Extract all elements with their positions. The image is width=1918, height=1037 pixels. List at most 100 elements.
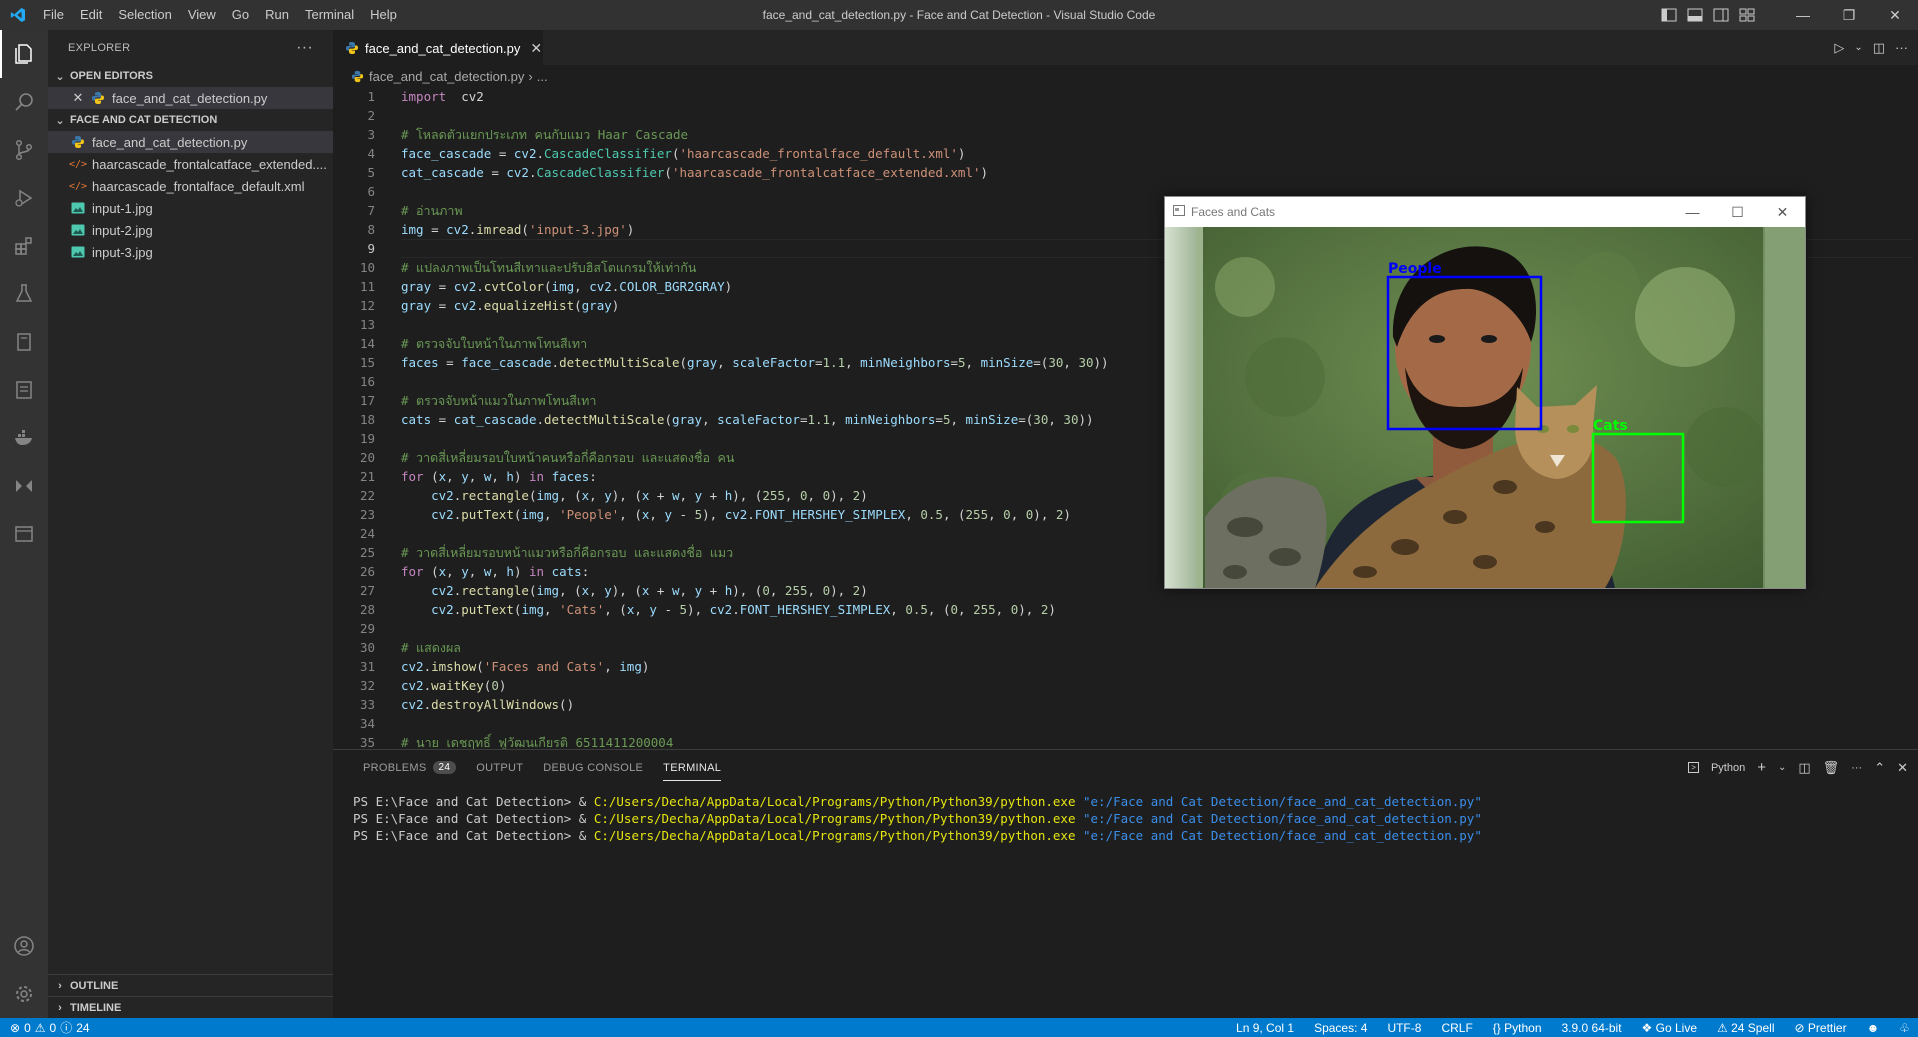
code-token: , — [890, 602, 906, 617]
status-left[interactable]: ⊗ 0 ⚠ 0 ⓘ 24 — [0, 1019, 90, 1036]
code-token: 255 — [762, 488, 785, 503]
file-item-face-and-cat-detection[interactable]: face_and_cat_detection.py — [48, 131, 333, 153]
spell-check[interactable]: ⚠ 24 Spell — [1717, 1021, 1774, 1035]
terminal-arg: "e:/Face and Cat Detection/face_and_cat_… — [1075, 794, 1482, 809]
xml-file-icon: </> — [68, 158, 88, 170]
split-terminal-icon[interactable]: ◫ — [1798, 760, 1810, 776]
code-text: cats = cat_cascade.detectMultiScale(gray… — [375, 410, 1094, 429]
testing-icon[interactable] — [0, 270, 48, 318]
close-icon[interactable]: ✕ — [1760, 197, 1805, 227]
breadcrumb-file[interactable]: face_and_cat_detection.py — [369, 69, 524, 84]
code-token: = — [950, 355, 958, 370]
encoding[interactable]: UTF-8 — [1387, 1021, 1421, 1035]
restore-icon[interactable]: ❐ — [1826, 0, 1872, 30]
file-item-input-1[interactable]: input-1.jpg — [48, 197, 333, 219]
source-control-icon[interactable] — [0, 126, 48, 174]
customize-layout-icon[interactable] — [1734, 0, 1760, 30]
menu-go[interactable]: Go — [224, 0, 257, 30]
menu-file[interactable]: File — [35, 0, 72, 30]
breadcrumb-symbol[interactable]: ... — [537, 69, 548, 84]
close-editor-icon[interactable]: ✕ — [70, 90, 86, 106]
code-line: 32 cv2.waitKey(0) — [333, 676, 1913, 695]
toggle-panel-icon[interactable] — [1682, 0, 1708, 30]
code-token: cv2 — [589, 279, 612, 294]
go-live-button[interactable]: ❖ Go Live — [1642, 1021, 1697, 1035]
code-token: ), — [702, 507, 725, 522]
feedback-icon[interactable]: ☻ — [1867, 1021, 1880, 1035]
file-item-frontalface-xml[interactable]: </> haarcascade_frontalface_default.xml — [48, 175, 333, 197]
tab-debug-console[interactable]: DEBUG CONSOLE — [533, 750, 653, 785]
run-python-file-icon[interactable]: ▷ — [1834, 40, 1844, 56]
python-interpreter[interactable]: 3.9.0 64-bit — [1562, 1021, 1622, 1035]
timeline-header[interactable]: › TIMELINE — [48, 996, 333, 1018]
more-actions-icon[interactable]: ··· — [1851, 762, 1862, 774]
menu-edit[interactable]: Edit — [72, 0, 110, 30]
chevron-down-icon[interactable]: ⌄ — [1854, 42, 1862, 53]
notebook-icon[interactable] — [0, 318, 48, 366]
cursor-position[interactable]: Ln 9, Col 1 — [1236, 1021, 1294, 1035]
code-token: 0 — [799, 488, 808, 503]
file-item-input-2[interactable]: input-2.jpg — [48, 219, 333, 241]
code-token: cat_cascade — [401, 165, 484, 180]
menu-selection[interactable]: Selection — [110, 0, 179, 30]
terminal-output[interactable]: PS E:\Face and Cat Detection> & C:/Users… — [333, 785, 1918, 852]
terminal-profile-label[interactable]: Python — [1711, 762, 1745, 774]
open-editor-item[interactable]: ✕ face_and_cat_detection.py — [48, 87, 333, 109]
menu-run[interactable]: Run — [257, 0, 297, 30]
indentation[interactable]: Spaces: 4 — [1314, 1021, 1367, 1035]
line-number: 4 — [367, 146, 375, 161]
outline-header[interactable]: › OUTLINE — [48, 974, 333, 996]
code-token: , — [649, 507, 665, 522]
project-folder-header[interactable]: ⌄ FACE AND CAT DETECTION — [48, 109, 333, 131]
tab-terminal[interactable]: TERMINAL — [653, 750, 731, 785]
menu-terminal[interactable]: Terminal — [297, 0, 362, 30]
faces-and-cats-window[interactable]: Faces and Cats — ☐ ✕ People Cats — [1164, 196, 1806, 589]
bell-icon[interactable]: ♧ — [1899, 1021, 1910, 1035]
new-terminal-icon[interactable]: + — [1757, 759, 1766, 776]
split-editor-icon[interactable]: ◫ — [1873, 40, 1885, 56]
file-item-input-3[interactable]: input-3.jpg — [48, 241, 333, 263]
code-token: , — [544, 602, 560, 617]
toggle-secondary-sidebar-icon[interactable] — [1708, 0, 1734, 30]
trash-icon[interactable]: 🗑 — [1823, 760, 1840, 776]
spell-label: 24 Spell — [1731, 1020, 1775, 1035]
tab-face-and-cat-detection[interactable]: face_and_cat_detection.py ✕ — [333, 30, 543, 65]
maximize-panel-icon[interactable]: ⌃ — [1874, 760, 1885, 776]
minimize-icon[interactable]: — — [1670, 197, 1715, 227]
outline-label: OUTLINE — [70, 979, 119, 992]
problems-count-badge: 24 — [432, 761, 457, 774]
run-debug-icon[interactable] — [0, 174, 48, 222]
end-of-line[interactable]: CRLF — [1441, 1021, 1472, 1035]
maximize-icon[interactable]: ☐ — [1715, 197, 1760, 227]
file-item-catface-xml[interactable]: </> haarcascade_frontalcatface_extended.… — [48, 153, 333, 175]
more-actions-icon[interactable]: ··· — [1895, 40, 1908, 55]
accounts-icon[interactable] — [0, 922, 48, 970]
close-tab-icon[interactable]: ✕ — [530, 40, 542, 57]
tab-output[interactable]: OUTPUT — [466, 750, 533, 785]
language-mode[interactable]: {} Python — [1493, 1021, 1542, 1035]
code-token: ( — [574, 298, 582, 313]
panel-view-icon[interactable] — [0, 510, 48, 558]
file-label: face_and_cat_detection.py — [92, 134, 248, 150]
docker-icon[interactable] — [0, 414, 48, 462]
live-share-icon[interactable] — [0, 462, 48, 510]
explorer-icon[interactable] — [0, 30, 48, 78]
code-token: = — [935, 412, 943, 427]
prettier-status[interactable]: ⊘ Prettier — [1795, 1021, 1847, 1035]
code-text: # วาดสี่เหลี่ยมรอบหน้าแมวหรือกี่คือกรอบ … — [375, 543, 733, 562]
extensions-icon[interactable] — [0, 222, 48, 270]
remote-explorer-icon[interactable] — [0, 366, 48, 414]
gear-icon[interactable] — [0, 970, 48, 1018]
open-editors-header[interactable]: ⌄ OPEN EDITORS — [48, 65, 333, 87]
close-panel-icon[interactable]: ✕ — [1897, 760, 1908, 776]
minimize-icon[interactable]: — — [1780, 0, 1826, 30]
close-window-icon[interactable]: ✕ — [1872, 0, 1918, 30]
toggle-primary-sidebar-icon[interactable] — [1656, 0, 1682, 30]
explorer-more-icon[interactable]: ··· — [296, 39, 313, 57]
search-icon[interactable] — [0, 78, 48, 126]
chevron-down-icon[interactable]: ⌄ — [1778, 762, 1786, 773]
tab-problems[interactable]: PROBLEMS 24 — [353, 750, 466, 785]
menu-view[interactable]: View — [180, 0, 224, 30]
menu-help[interactable]: Help — [362, 0, 405, 30]
